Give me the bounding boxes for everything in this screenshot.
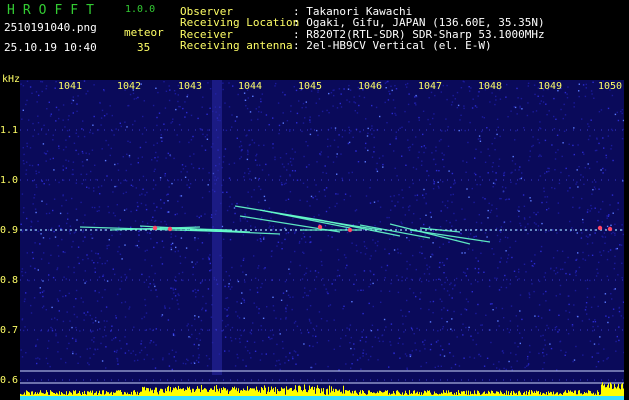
meteor-head bbox=[317, 224, 323, 230]
spectrogram bbox=[20, 80, 624, 400]
interference-column bbox=[212, 80, 222, 375]
app-version: 1.0.0 bbox=[125, 4, 156, 15]
meteor-count: 35 bbox=[137, 41, 151, 54]
x-tick-label: 1047 bbox=[418, 81, 443, 92]
image-filename: 2510191040.png bbox=[4, 21, 97, 34]
level-baseline bbox=[20, 396, 624, 400]
x-tick-label: 1044 bbox=[238, 81, 263, 92]
info-label-antenna: Receiving antenna bbox=[180, 39, 293, 52]
meteor-head bbox=[167, 226, 173, 232]
x-tick-label: 1045 bbox=[298, 81, 323, 92]
y-tick-label: 0.6 bbox=[0, 375, 19, 386]
meteor-head bbox=[597, 225, 603, 231]
x-tick-label: 1050 bbox=[598, 81, 623, 92]
meteor-head bbox=[347, 227, 353, 233]
x-tick-label: 1041 bbox=[58, 81, 83, 92]
meteor-label: meteor bbox=[124, 26, 164, 39]
y-tick-label: 0.8 bbox=[0, 275, 19, 286]
capture-datetime: 25.10.19 10:40 bbox=[4, 41, 97, 54]
y-tick-label: 1.0 bbox=[0, 175, 19, 186]
meteor-head bbox=[607, 226, 613, 232]
app-logo: HROFFT bbox=[7, 3, 102, 18]
y-tick-label: 0.9 bbox=[0, 225, 19, 236]
meteor-head bbox=[152, 225, 158, 231]
spectrogram-background bbox=[20, 80, 624, 400]
x-tick-label: 1048 bbox=[478, 81, 503, 92]
y-axis-unit: kHz bbox=[2, 74, 21, 85]
y-tick-label: 0.7 bbox=[0, 325, 19, 336]
info-value-location: : Ogaki, Gifu, JAPAN (136.60E, 35.35N) bbox=[293, 16, 545, 29]
x-tick-label: 1042 bbox=[117, 81, 142, 92]
info-label-location: Receiving Location bbox=[180, 16, 300, 29]
x-tick-label: 1043 bbox=[178, 81, 203, 92]
x-tick-label: 1046 bbox=[358, 81, 383, 92]
info-value-antenna: : 2el-HB9CV Vertical (el. E-W) bbox=[293, 39, 492, 52]
y-tick-label: 1.1 bbox=[0, 125, 19, 136]
hrofft-window: HROFFT 1.0.0 2510191040.png 25.10.19 10:… bbox=[0, 0, 629, 400]
x-tick-label: 1049 bbox=[538, 81, 563, 92]
